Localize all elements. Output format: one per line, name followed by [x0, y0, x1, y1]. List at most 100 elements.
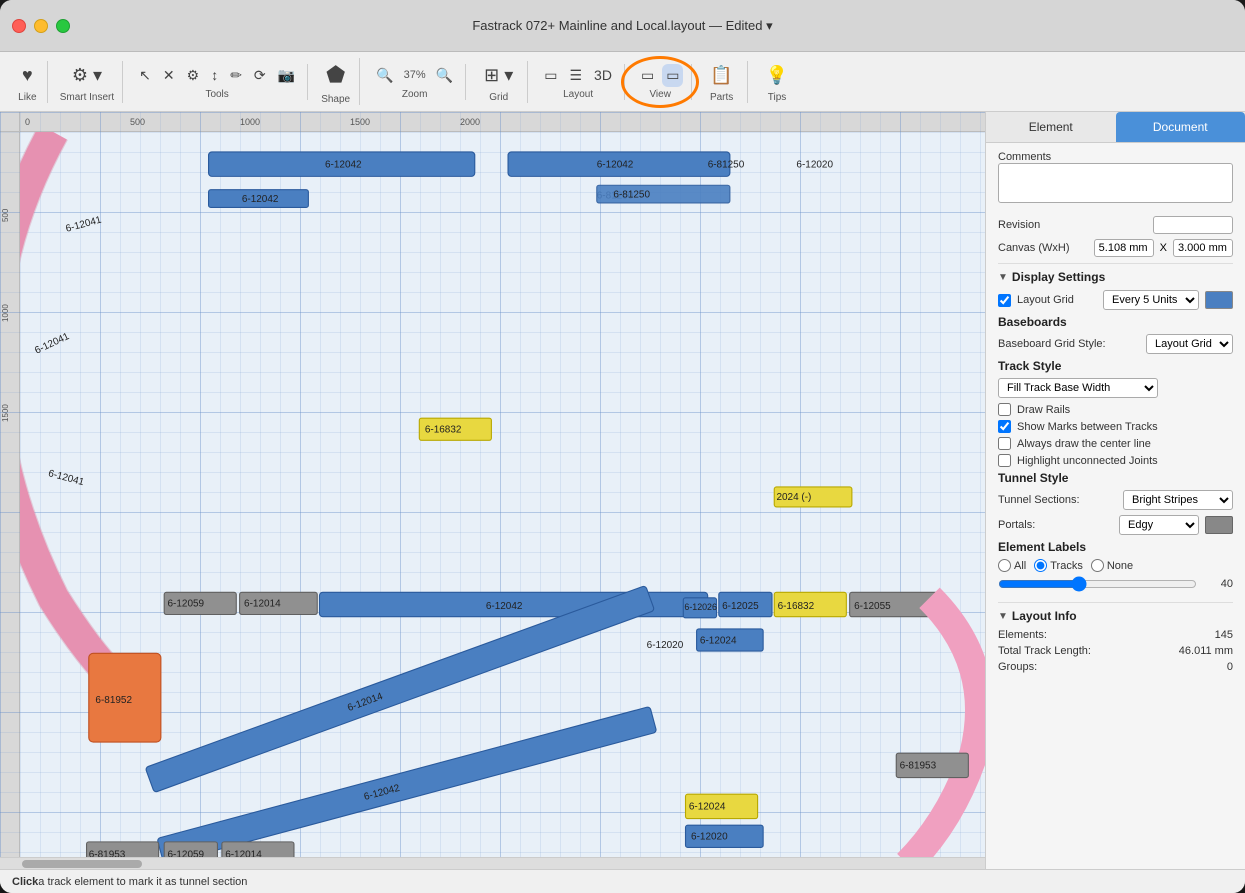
- label-6-12024-lr: 6-12024: [689, 802, 726, 813]
- right-panel: Element Document Comments Revision Canva…: [985, 112, 1245, 869]
- toolbar-group-zoom: 🔍 37% 🔍 Zoom: [364, 64, 466, 100]
- maximize-button[interactable]: [56, 19, 70, 33]
- layout-rect-button[interactable]: ▭: [540, 64, 561, 87]
- smart-insert-button[interactable]: ⚙ ▾: [66, 61, 108, 90]
- label-2024-neg: 2024 (-): [776, 492, 811, 503]
- view-left-button[interactable]: ▭: [637, 64, 658, 87]
- track-6-12042-bot[interactable]: [157, 706, 657, 864]
- measure-tool-button[interactable]: ↕: [207, 64, 222, 86]
- canvas-row: Canvas (WxH) X: [998, 239, 1233, 257]
- parts-button[interactable]: 📋: [704, 61, 738, 90]
- elements-row: Elements: 145: [998, 629, 1233, 641]
- always-center-checkbox[interactable]: [998, 437, 1011, 450]
- like-button[interactable]: ♥: [16, 61, 39, 90]
- track-style-row: Fill Track Base Width: [998, 378, 1233, 398]
- toolbar-group-grid: ⊞ ▾ Grid: [470, 61, 528, 103]
- radio-all-label: All: [1014, 560, 1026, 572]
- portal-color-swatch[interactable]: [1205, 516, 1233, 534]
- traffic-lights: [12, 19, 70, 33]
- layout-grid-select[interactable]: Every 5 Units: [1103, 290, 1199, 310]
- show-marks-checkbox[interactable]: [998, 420, 1011, 433]
- label-6-12014-mid: 6-12014: [244, 599, 281, 610]
- tunnel-style-title: Tunnel Style: [998, 471, 1068, 485]
- layout-info-triangle[interactable]: ▼: [998, 611, 1008, 622]
- statusbar: Click a track element to mark it as tunn…: [0, 869, 1245, 893]
- radio-all[interactable]: [998, 559, 1011, 572]
- track-style-select[interactable]: Fill Track Base Width: [998, 378, 1158, 398]
- radio-tracks-label: Tracks: [1050, 560, 1083, 572]
- revision-input[interactable]: [1153, 216, 1233, 234]
- label-6-12059-mid: 6-12059: [168, 599, 205, 610]
- select-tool-button[interactable]: ↖: [135, 64, 155, 87]
- main-area: 0 500 1000 1500 2000 500 1000 1500 6-120…: [0, 112, 1245, 869]
- canvas-w-input[interactable]: [1094, 239, 1154, 257]
- connect-tool-button[interactable]: ⚙: [183, 64, 204, 87]
- layout-info-title: Layout Info: [1012, 609, 1077, 623]
- zoom-out-button[interactable]: 🔍: [372, 64, 397, 87]
- label-6-12041-arc1: 6-12041: [65, 215, 104, 235]
- portals-row: Portals: Edgy: [998, 515, 1233, 535]
- scrollbar-horizontal[interactable]: [0, 857, 985, 869]
- canvas-area[interactable]: 0 500 1000 1500 2000 500 1000 1500 6-120…: [0, 112, 985, 869]
- toolbar-group-layout: ▭ ☰ 3D Layout: [532, 64, 625, 100]
- tips-button[interactable]: 💡: [760, 61, 794, 90]
- view-right-button[interactable]: ▭: [662, 64, 683, 87]
- camera-tool-button[interactable]: 📷: [274, 64, 299, 87]
- portals-select[interactable]: Edgy: [1119, 515, 1199, 535]
- show-marks-row: Show Marks between Tracks: [998, 420, 1233, 433]
- label-6-12042-long: 6-12042: [486, 601, 523, 612]
- total-track-length-row: Total Track Length: 46.011 mm: [998, 645, 1233, 657]
- divider-2: [998, 602, 1233, 603]
- layout-grid-label: Layout Grid: [1017, 294, 1097, 306]
- highlight-unconnected-checkbox[interactable]: [998, 454, 1011, 467]
- label-6-81250-m2: 6-81250: [613, 189, 650, 200]
- revision-row: Revision: [998, 216, 1233, 234]
- draw-tool-button[interactable]: ✏: [226, 64, 246, 87]
- scrollbar-thumb[interactable]: [22, 860, 142, 868]
- radio-none[interactable]: [1091, 559, 1104, 572]
- comments-textarea[interactable]: [998, 163, 1233, 203]
- radio-all-option: All: [998, 559, 1026, 572]
- toolbar: ♥ Like ⚙ ▾ Smart Insert ↖ ✕ ⚙ ↕ ✏ ⟳ 📷 To…: [0, 52, 1245, 112]
- grid-label: Grid: [489, 92, 508, 103]
- shape-button[interactable]: ⬟: [320, 58, 351, 92]
- label-6-12055-right: 6-12055: [854, 601, 891, 612]
- flip-tool-button[interactable]: ⟳: [250, 64, 270, 87]
- radio-tracks[interactable]: [1034, 559, 1047, 572]
- minimize-button[interactable]: [34, 19, 48, 33]
- layout-3d-button[interactable]: 3D: [590, 64, 616, 86]
- app-window: Fastrack 072+ Mainline and Local.layout …: [0, 0, 1245, 893]
- layout-h-button[interactable]: ☰: [565, 64, 586, 87]
- baseboards-row: Baseboards: [998, 315, 1233, 329]
- baseboard-grid-style-row: Baseboard Grid Style: Layout Grid: [998, 334, 1233, 354]
- canvas-label: Canvas (WxH): [998, 242, 1088, 254]
- draw-rails-checkbox[interactable]: [998, 403, 1011, 416]
- baseboards-title: Baseboards: [998, 315, 1067, 329]
- display-settings-triangle[interactable]: ▼: [998, 272, 1008, 283]
- tab-element[interactable]: Element: [986, 112, 1116, 142]
- delete-tool-button[interactable]: ✕: [159, 64, 179, 87]
- groups-label: Groups:: [998, 661, 1227, 673]
- always-center-label: Always draw the center line: [1017, 438, 1151, 450]
- statusbar-bold: Click: [12, 876, 38, 888]
- close-button[interactable]: [12, 19, 26, 33]
- layout-info-header: ▼ Layout Info: [998, 609, 1233, 623]
- canvas-h-input[interactable]: [1173, 239, 1233, 257]
- toolbar-group-tips: 💡 Tips: [752, 61, 802, 103]
- draw-rails-row: Draw Rails: [998, 403, 1233, 416]
- font-size-slider[interactable]: [998, 576, 1197, 592]
- label-6-12020-top: 6-12020: [796, 159, 833, 170]
- track-style-section-row: Track Style: [998, 359, 1233, 373]
- parts-label: Parts: [710, 92, 733, 103]
- baseboard-grid-style-select[interactable]: Layout Grid: [1146, 334, 1233, 354]
- layout-grid-color-swatch[interactable]: [1205, 291, 1233, 309]
- tab-document[interactable]: Document: [1116, 112, 1245, 142]
- zoom-in-button[interactable]: 🔍: [432, 64, 457, 87]
- track-layout-svg: 6-12042 6-12042 6-12042 6-12041 6-12041 …: [20, 132, 985, 869]
- draw-rails-label: Draw Rails: [1017, 404, 1070, 416]
- track-pink-right-curve[interactable]: [907, 598, 979, 864]
- layout-grid-checkbox[interactable]: [998, 294, 1011, 307]
- tunnel-sections-select[interactable]: Bright Stripes: [1123, 490, 1233, 510]
- panel-tabs: Element Document: [986, 112, 1245, 143]
- grid-button[interactable]: ⊞ ▾: [478, 61, 519, 90]
